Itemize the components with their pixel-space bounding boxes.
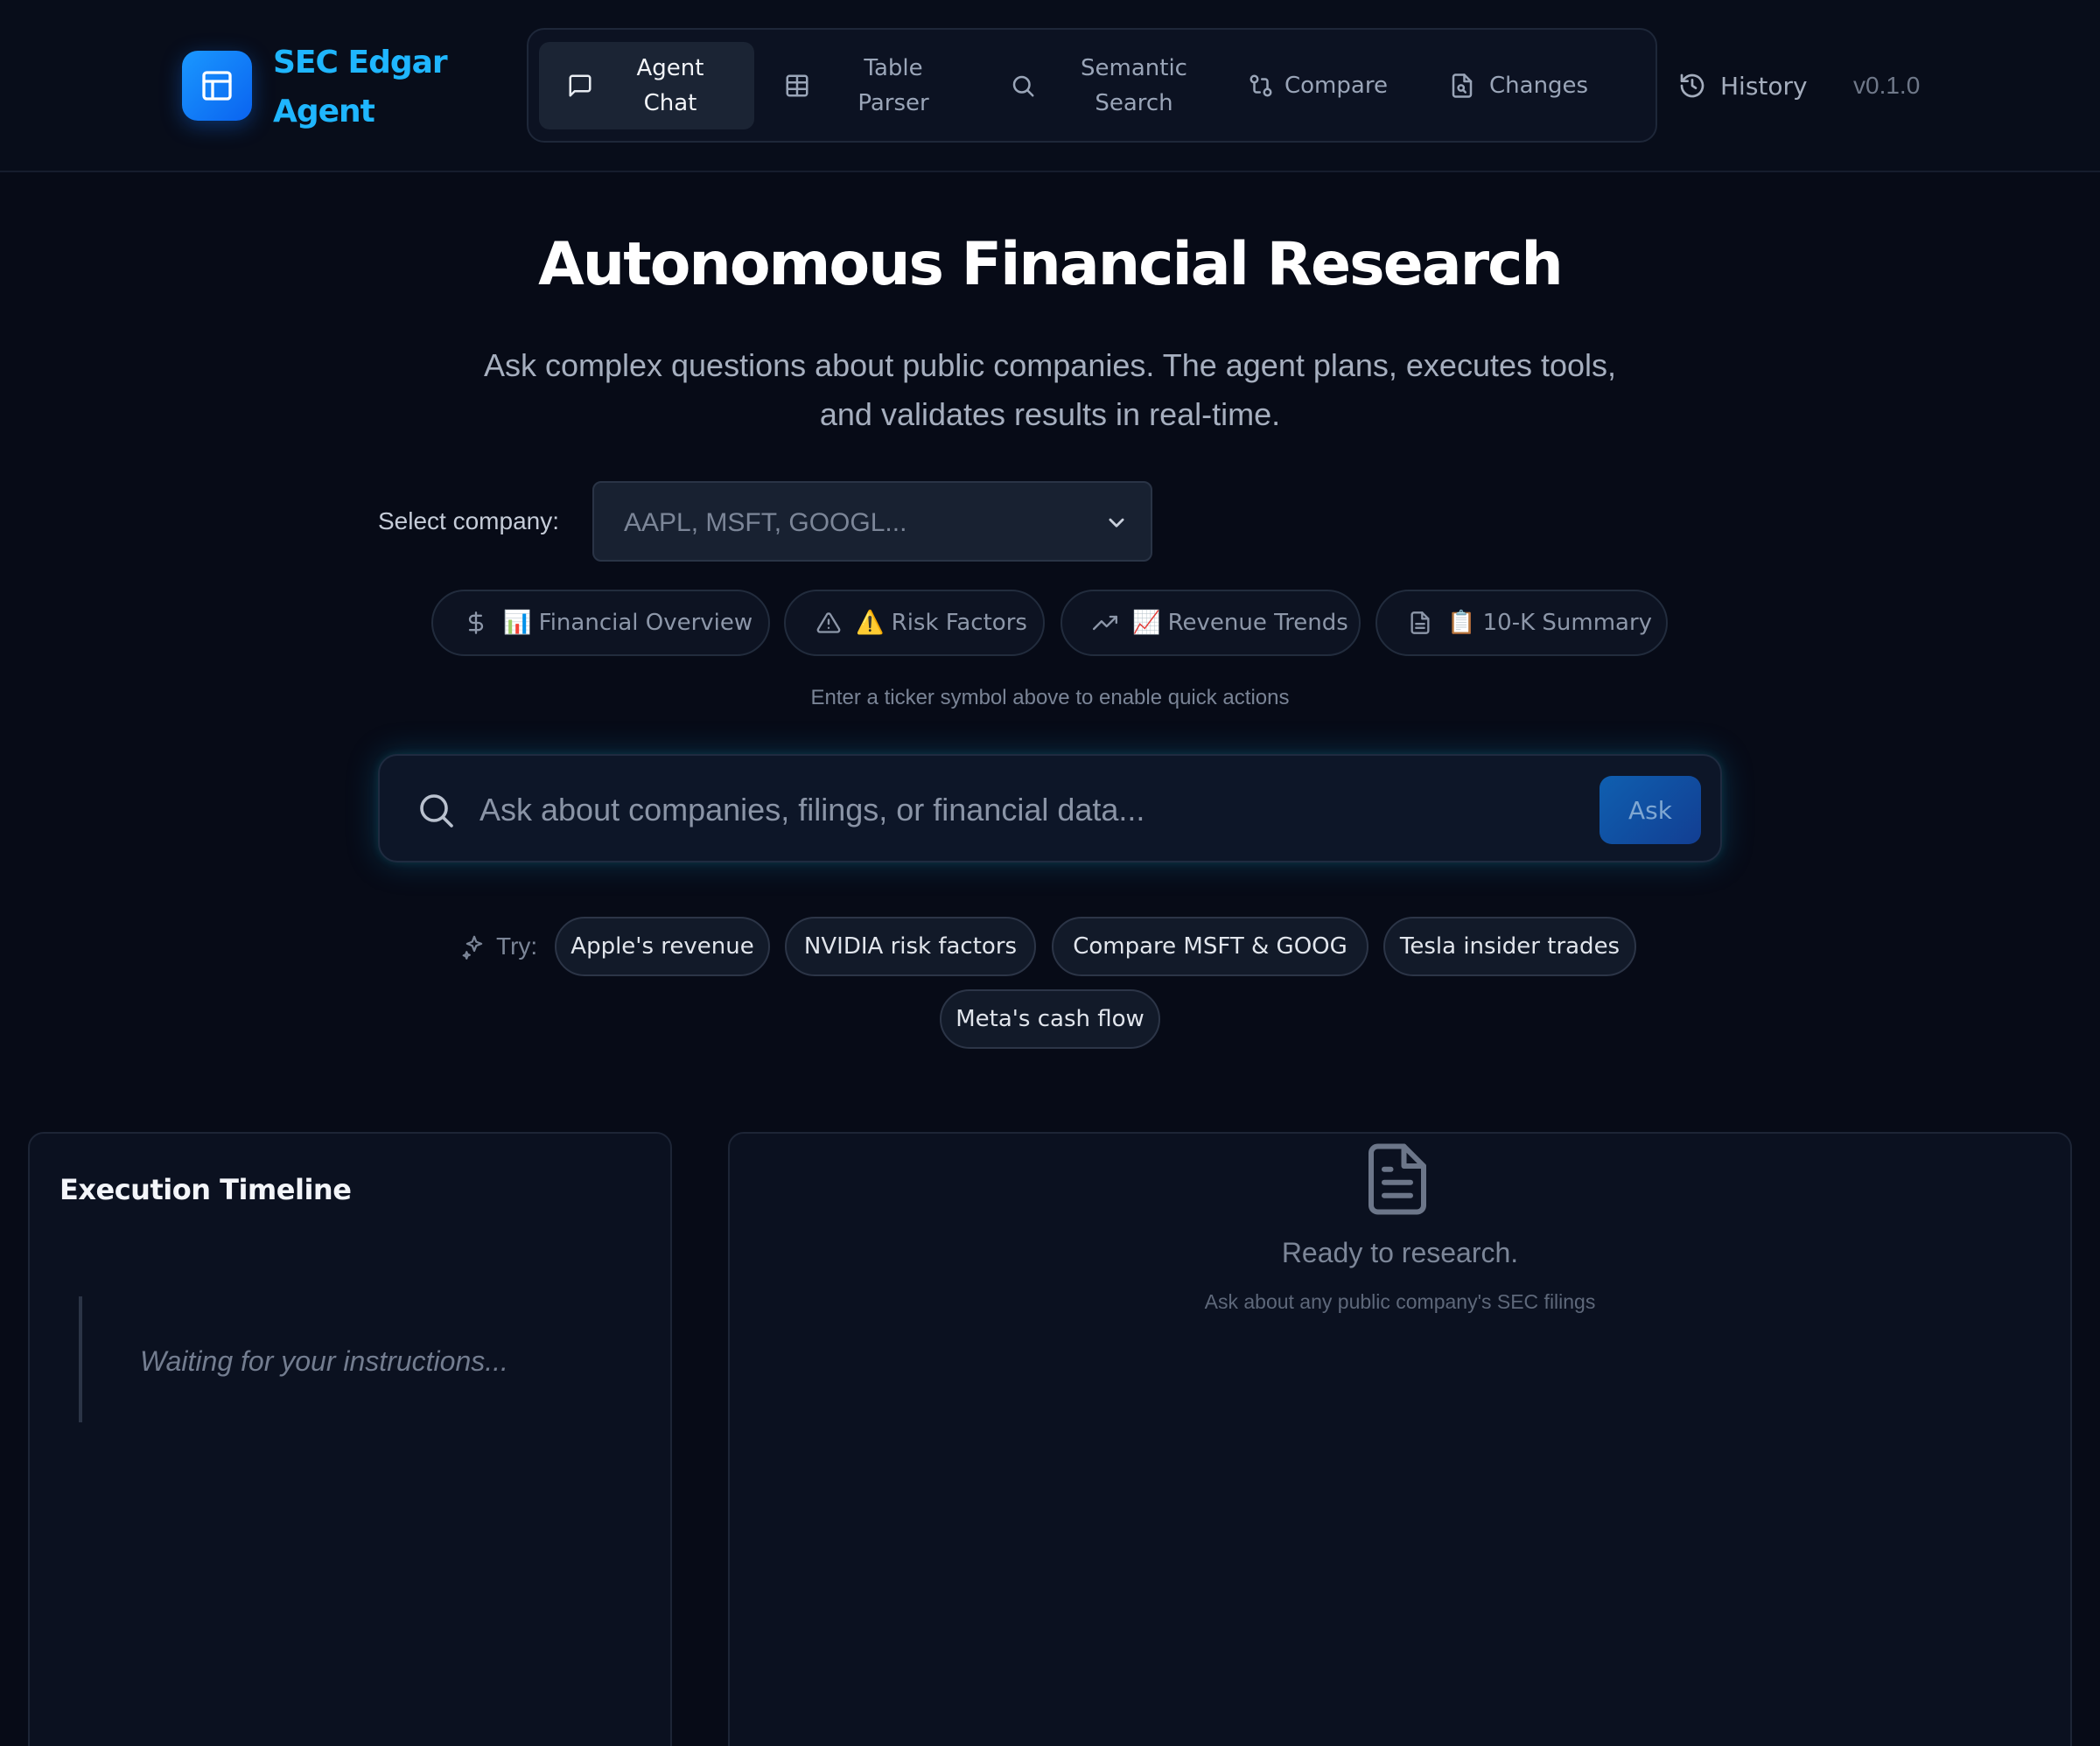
alert-triangle-icon: [816, 610, 842, 636]
execution-timeline-title: Execution Timeline: [60, 1173, 352, 1206]
git-compare-icon: [1246, 71, 1276, 101]
message-square-icon: [565, 71, 595, 101]
suggestion-chip[interactable]: Tesla insider trades: [1383, 917, 1636, 976]
file-diff-icon: [1447, 71, 1477, 101]
chevron-down-icon: [1102, 507, 1131, 537]
quick-actions-hint: Enter a ticker symbol above to enable qu…: [810, 686, 1290, 709]
results-empty-subtitle: Ask about any public company's SEC filin…: [1204, 1290, 1596, 1313]
history-label: History: [1720, 71, 1808, 101]
document-icon: [1358, 1137, 1437, 1221]
company-select[interactable]: AAPL, MSFT, GOOGL...: [592, 481, 1152, 562]
query-box[interactable]: Ask about companies, filings, or financi…: [378, 754, 1722, 863]
page-subtitle: Ask complex questions about public compa…: [483, 347, 1617, 432]
tab-table-parser[interactable]: Table Parser: [765, 42, 980, 129]
quick-action-label: 📈 Revenue Trends: [1132, 610, 1348, 636]
top-header: SEC Edgar Agent Agent Chat Table Parser: [0, 0, 2100, 172]
quick-action-10k-summary[interactable]: 📋 10-K Summary: [1376, 590, 1668, 656]
sparkles-icon: [461, 933, 487, 960]
suggestion-chip[interactable]: Apple's revenue: [555, 917, 770, 976]
suggestion-chip[interactable]: Compare MSFT & GOOG: [1052, 917, 1368, 976]
tab-label: Compare: [1284, 73, 1388, 99]
execution-timeline-panel: Execution Timeline Waiting for your inst…: [28, 1132, 672, 1746]
quick-action-financial-overview[interactable]: 📊 Financial Overview: [431, 590, 770, 656]
query-input[interactable]: Ask about companies, filings, or financi…: [480, 789, 1144, 831]
tab-label: Agent Chat: [636, 55, 704, 116]
table-icon: [782, 71, 812, 101]
quick-action-label: 📋 10-K Summary: [1447, 610, 1653, 636]
results-empty-title: Ready to research.: [1281, 1237, 1519, 1268]
company-select-label: Select company:: [378, 507, 559, 534]
app-name[interactable]: SEC Edgar Agent: [273, 38, 466, 136]
search-icon: [1008, 71, 1038, 101]
app-logo-icon[interactable]: [182, 51, 252, 121]
history-icon: [1678, 72, 1706, 100]
ask-button[interactable]: Ask: [1600, 776, 1701, 844]
quick-action-risk-factors[interactable]: ⚠️ Risk Factors: [784, 590, 1045, 656]
tab-label: Table Parser: [858, 55, 929, 116]
quick-action-label: 📊 Financial Overview: [503, 610, 753, 636]
tab-compare[interactable]: Compare: [1228, 42, 1400, 129]
tab-semantic-search[interactable]: Semantic Search: [992, 42, 1220, 129]
file-text-icon: [1407, 610, 1433, 636]
suggestion-chip[interactable]: Meta's cash flow: [940, 989, 1160, 1049]
suggestion-chip[interactable]: NVIDIA risk factors: [785, 917, 1036, 976]
tab-agent-chat[interactable]: Agent Chat: [539, 42, 754, 129]
page-title: Autonomous Financial Research: [538, 230, 1564, 299]
timeline-rail: [79, 1296, 82, 1422]
tab-changes[interactable]: Changes: [1428, 42, 1603, 129]
trending-up-icon: [1092, 610, 1118, 636]
version-label: v0.1.0: [1853, 72, 1921, 99]
timeline-empty-text: Waiting for your instructions...: [140, 1345, 508, 1377]
tab-label: Semantic Search: [1081, 55, 1187, 116]
company-select-placeholder: AAPL, MSFT, GOOGL...: [624, 508, 907, 537]
search-icon: [415, 789, 457, 831]
main-nav: Agent Chat Table Parser Semantic Search …: [527, 28, 1657, 143]
tab-label: Changes: [1489, 73, 1589, 99]
results-panel: Ready to research. Ask about any public …: [728, 1132, 2072, 1746]
try-label: Try:: [461, 925, 537, 967]
quick-action-label: ⚠️ Risk Factors: [856, 610, 1027, 636]
history-link[interactable]: History: [1678, 63, 1808, 108]
dollar-icon: [463, 610, 489, 636]
quick-action-revenue-trends[interactable]: 📈 Revenue Trends: [1060, 590, 1361, 656]
